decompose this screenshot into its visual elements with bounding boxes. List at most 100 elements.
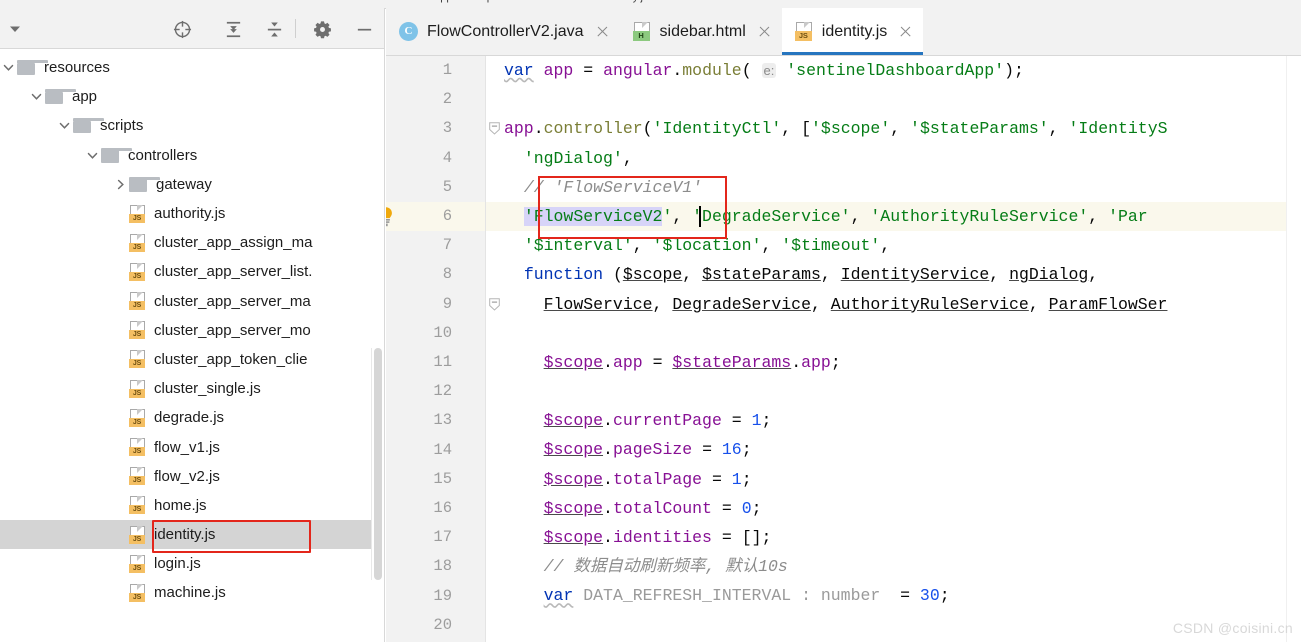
- expand-all-icon[interactable]: [222, 18, 244, 40]
- js-file-icon: JS: [129, 204, 146, 223]
- tree-item-resources[interactable]: resources: [0, 53, 385, 82]
- tree-item-flow-v1-js[interactable]: JS flow_v1.js: [0, 432, 385, 461]
- line-number: 8: [442, 265, 452, 284]
- panel-divider[interactable]: [384, 8, 385, 642]
- tree-item-login-js[interactable]: JS login.js: [0, 549, 385, 578]
- js-file-icon: JS: [129, 408, 146, 427]
- scrollbar-thumb[interactable]: [374, 348, 382, 580]
- js-file-icon: JS: [129, 583, 146, 602]
- tree-item-identity-js[interactable]: JS identity.js: [0, 520, 385, 550]
- line-number: 11: [433, 353, 452, 371]
- folder-icon: [129, 176, 160, 192]
- code-line-16: $scope.totalCount = 0;: [543, 498, 762, 518]
- tree-item-flow-v2-js[interactable]: JS flow_v2.js: [0, 462, 385, 491]
- code-line-9: FlowService, DegradeService, AuthorityRu…: [543, 294, 1168, 314]
- chevron-down-icon[interactable]: [56, 117, 73, 134]
- tree-item-cluster-single-js[interactable]: JS cluster_single.js: [0, 374, 385, 403]
- code-line-7: '$interval', '$location', '$timeout',: [523, 236, 891, 256]
- project-toolbar: [0, 8, 385, 49]
- project-tool-window: resources app scripts controllers gateway JS a…: [0, 8, 385, 642]
- fold-marker-line-9[interactable]: [486, 290, 503, 319]
- editor-tab-sidebar-html[interactable]: Hsidebar.html: [620, 8, 782, 55]
- tree-item-label: cluster_app_server_list.: [154, 263, 313, 281]
- tree-item-label: authority.js: [154, 205, 226, 223]
- line-number: 2: [442, 90, 452, 109]
- code-editor[interactable]: 1 2 3 4 5 6 7 8 9 10 11 12 13 14 15 16 17 18 19 20 var app …: [386, 56, 1301, 642]
- tree-item-label: cluster_app_assign_ma: [154, 234, 313, 252]
- js-file-icon: JS: [129, 233, 146, 252]
- tree-item-machine-js[interactable]: JS machine.js: [0, 578, 385, 607]
- project-file-tree[interactable]: resources app scripts controllers gateway JS a…: [0, 49, 385, 608]
- gear-icon[interactable]: [311, 18, 333, 40]
- breadcrumb-item-scripts[interactable]: scripts: [470, 0, 502, 3]
- chevron-down-icon[interactable]: [28, 88, 45, 105]
- folder-icon: [73, 118, 104, 134]
- editor-area: C FlowControllerV2.java Hsidebar.html JS ide…: [386, 8, 1301, 642]
- tree-item-label: flow_v1.js: [154, 438, 220, 456]
- editor-error-stripe[interactable]: [1286, 56, 1301, 642]
- chevron-down-icon[interactable]: [0, 59, 17, 76]
- line-number: 4: [442, 148, 452, 167]
- collapse-all-icon[interactable]: [263, 18, 285, 40]
- breadcrumb-item-file[interactable]: identity.js: [603, 0, 648, 3]
- chevron-down-icon[interactable]: [84, 147, 101, 164]
- close-icon[interactable]: [757, 24, 772, 39]
- tree-item-label: identity.js: [154, 526, 216, 544]
- breadcrumb-sep: /: [576, 0, 579, 3]
- folder-icon: [17, 60, 48, 76]
- editor-tab-bar[interactable]: C FlowControllerV2.java Hsidebar.html JS ide…: [386, 8, 1301, 56]
- line-number: 10: [433, 323, 452, 342]
- text-caret: [699, 206, 701, 228]
- breadcrumb-item-app[interactable]: app: [434, 0, 452, 3]
- close-icon[interactable]: [595, 24, 610, 39]
- breadcrumb-item-controllers[interactable]: controllers: [519, 0, 570, 3]
- locate-target-icon[interactable]: [171, 18, 193, 40]
- js-file-icon: JS: [129, 321, 146, 340]
- code-line-1: var app = angular.module( e: 'sentinelDa…: [504, 61, 1024, 80]
- code-line-17: $scope.identities = [];: [543, 528, 772, 547]
- tree-item-cluster-app-token-clie[interactable]: JS cluster_app_token_clie: [0, 345, 385, 374]
- chevron-down-icon[interactable]: [4, 18, 26, 40]
- tree-item-cluster-app-assign-ma[interactable]: JS cluster_app_assign_ma: [0, 228, 385, 257]
- gutter-border: [485, 56, 486, 642]
- editor-tab-label: sidebar.html: [659, 22, 746, 40]
- tree-item-controllers[interactable]: controllers: [0, 141, 385, 170]
- tree-item-cluster-app-server-ma[interactable]: JS cluster_app_server_ma: [0, 287, 385, 316]
- breadcrumb-items: / app / scripts / controllers / JS ident…: [420, 0, 648, 3]
- code-line-8: function ($scope, $stateParams, Identity…: [523, 265, 1099, 285]
- editor-tab-label: identity.js: [821, 22, 888, 40]
- js-file-icon: JS: [794, 22, 813, 41]
- tree-item-label: machine.js: [154, 584, 226, 602]
- fold-marker-line-3[interactable]: [486, 114, 503, 143]
- editor-tab-identity-js[interactable]: JS identity.js: [781, 8, 924, 55]
- line-number: 17: [433, 528, 452, 547]
- tree-item-label: cluster_single.js: [154, 380, 261, 398]
- tree-item-cluster-app-server-mo[interactable]: JS cluster_app_server_mo: [0, 316, 385, 345]
- js-file-icon: JS: [129, 350, 146, 369]
- js-file-icon: JS: [129, 496, 146, 515]
- tree-item-gateway[interactable]: gateway: [0, 170, 385, 199]
- tree-item-degrade-js[interactable]: JS degrade.js: [0, 403, 385, 432]
- close-icon[interactable]: [898, 24, 913, 39]
- chevron-right-icon[interactable]: [112, 176, 129, 193]
- line-number: 14: [433, 440, 452, 459]
- minimize-icon[interactable]: [353, 18, 375, 40]
- folder-icon: [101, 147, 132, 163]
- js-file-icon: JS: [129, 379, 146, 398]
- project-tree-scrollbar[interactable]: [371, 348, 384, 580]
- tree-item-cluster-app-server-list-[interactable]: JS cluster_app_server_list.: [0, 257, 385, 286]
- breadcrumb-sep: /: [509, 0, 512, 3]
- active-tab-underline: [781, 52, 924, 55]
- tree-item-authority-js[interactable]: JS authority.js: [0, 199, 385, 228]
- tree-item-home-js[interactable]: JS home.js: [0, 491, 385, 520]
- code-text[interactable]: var app = angular.module( e: 'sentinelDa…: [504, 56, 1301, 640]
- intention-bulb-icon[interactable]: [386, 202, 396, 231]
- editor-tab-flowcontrollerv2-java[interactable]: C FlowControllerV2.java: [386, 8, 620, 55]
- js-file-icon: JS: [129, 525, 146, 544]
- line-number: 13: [433, 411, 452, 430]
- tree-item-scripts[interactable]: scripts: [0, 111, 385, 140]
- ide-window: / app / scripts / controllers / JS ident…: [0, 0, 1301, 642]
- watermark: CSDN @coisini.cn: [1172, 620, 1293, 636]
- tree-item-app[interactable]: app: [0, 82, 385, 111]
